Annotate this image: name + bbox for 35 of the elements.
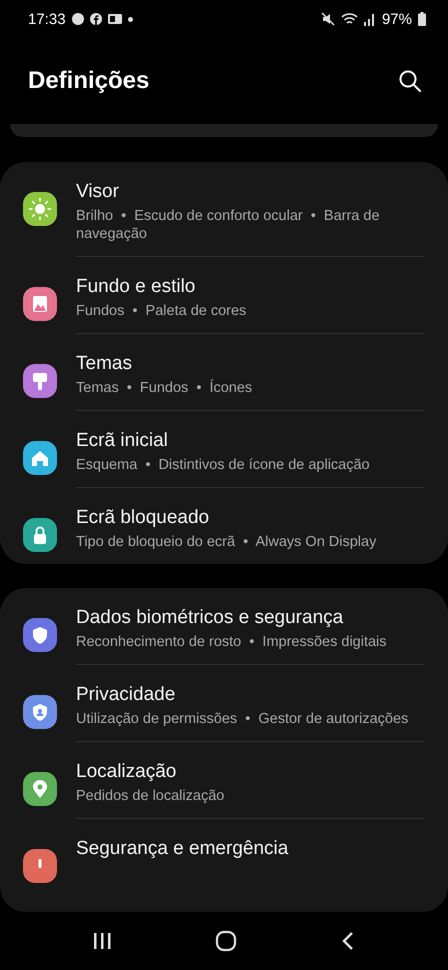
mute-icon	[320, 12, 335, 26]
settings-item[interactable]: Privacidade Utilização de permissões • Gestor de autorizações	[0, 665, 448, 742]
page-title: Definições	[28, 67, 150, 95]
item-title: Dados biométricos e segurança	[76, 606, 344, 630]
item-subtitle: Tipo de bloqueio do ecrã • Always On Display	[76, 533, 378, 551]
settings-item[interactable]: Segurança e emergência	[0, 819, 448, 883]
item-subtitle: Pedidos de localização	[76, 787, 226, 805]
item-title: Temas	[76, 352, 133, 376]
status-time: 17:33	[28, 10, 66, 28]
settings-item[interactable]: Localização Pedidos de localização	[0, 742, 448, 819]
settings-item[interactable]: Temas Temas • Fundos • Ícones	[0, 334, 448, 411]
item-subtitle: Fundos • Paleta de cores	[76, 302, 248, 320]
item-subtitle: Utilização de permissões • Gestor de autorizações	[76, 710, 410, 728]
settings-item[interactable]: Visor Brilho • Escudo de conforto ocular • Barra de navegação	[0, 162, 448, 257]
item-title: Segurança e emergência	[76, 837, 290, 861]
item-title: Privacidade	[76, 683, 176, 707]
search-icon[interactable]	[398, 69, 422, 93]
item-title: Ecrã inicial	[76, 429, 169, 453]
item-subtitle: Reconhecimento de rosto • Impressões digitais	[76, 633, 388, 651]
battery-percentage: 97%	[382, 10, 412, 28]
settings-item[interactable]: Fundo e estilo Fundos • Paleta de cores	[0, 257, 448, 334]
wifi-icon	[340, 12, 358, 26]
dot-icon	[128, 16, 133, 22]
item-title: Fundo e estilo	[76, 275, 196, 299]
item-subtitle: Temas • Fundos • Ícones	[76, 379, 254, 397]
settings-item[interactable]: Ecrã inicial Esquema • Distintivos de ícone de aplicação	[0, 411, 448, 488]
item-title: Ecrã bloqueado	[76, 506, 210, 530]
settings-item[interactable]: Ecrã bloqueado Tipo de bloqueio do ecrã • Always On Display	[0, 488, 448, 564]
settings-item[interactable]: Dados biométricos e segurança Reconhecimento de rosto • Impressões digitais	[0, 588, 448, 665]
item-subtitle: Brilho • Escudo de conforto ocular • Barra de navegação	[76, 207, 381, 243]
item-title: Localização	[76, 760, 178, 784]
item-subtitle: Esquema • Distintivos de ícone de aplicação	[76, 456, 371, 474]
signal-icon	[364, 12, 376, 26]
item-title: Visor	[76, 180, 120, 204]
battery-icon	[418, 12, 426, 26]
